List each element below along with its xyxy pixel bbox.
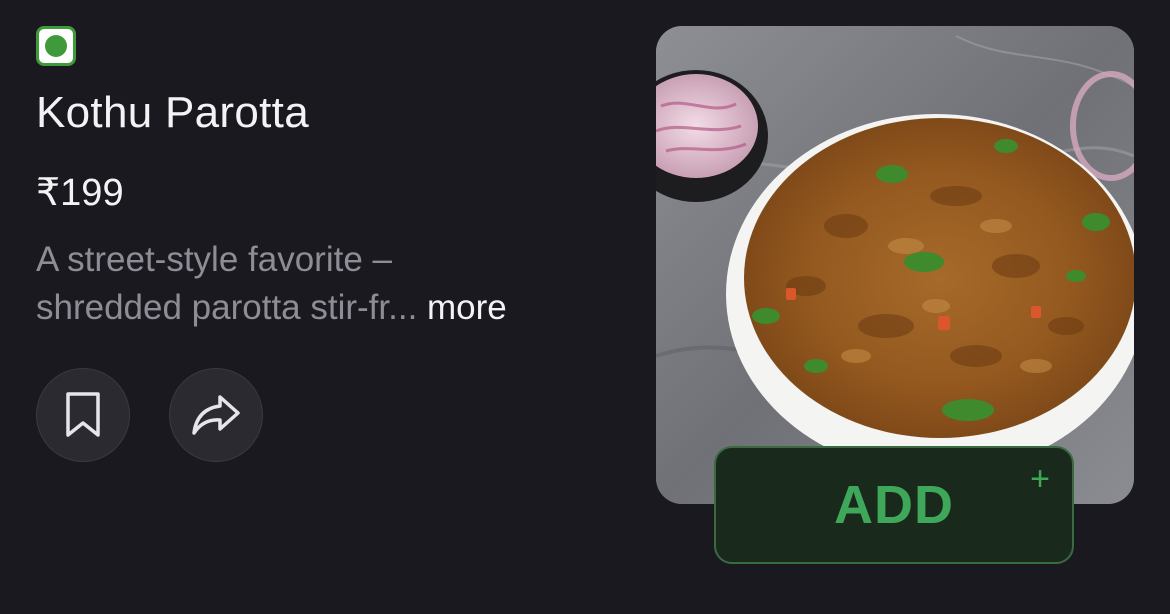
menu-item-card: Kothu Parotta ₹199 A street-style favori… — [0, 0, 1170, 614]
add-plus-icon: + — [1030, 460, 1050, 498]
description-text: shredded parotta stir-fr... — [36, 288, 418, 327]
item-name: Kothu Parotta — [36, 88, 309, 137]
bookmark-icon — [66, 392, 100, 437]
item-description: A street-style favorite – shredded parot… — [36, 236, 636, 332]
share-arrow-icon — [192, 395, 240, 435]
item-price: ₹199 — [36, 172, 124, 214]
bookmark-button[interactable] — [36, 368, 130, 462]
description-line-2: shredded parotta stir-fr... more — [36, 284, 636, 332]
description-line-1: A street-style favorite – — [36, 240, 392, 279]
veg-indicator-icon — [36, 26, 76, 66]
veg-dot — [45, 35, 67, 57]
add-label: ADD — [834, 475, 954, 535]
food-photo-illustration — [656, 26, 1134, 504]
share-button[interactable] — [169, 368, 263, 462]
more-link[interactable]: more — [427, 288, 507, 327]
add-button[interactable]: ADD + — [714, 446, 1074, 564]
food-image — [656, 26, 1134, 504]
